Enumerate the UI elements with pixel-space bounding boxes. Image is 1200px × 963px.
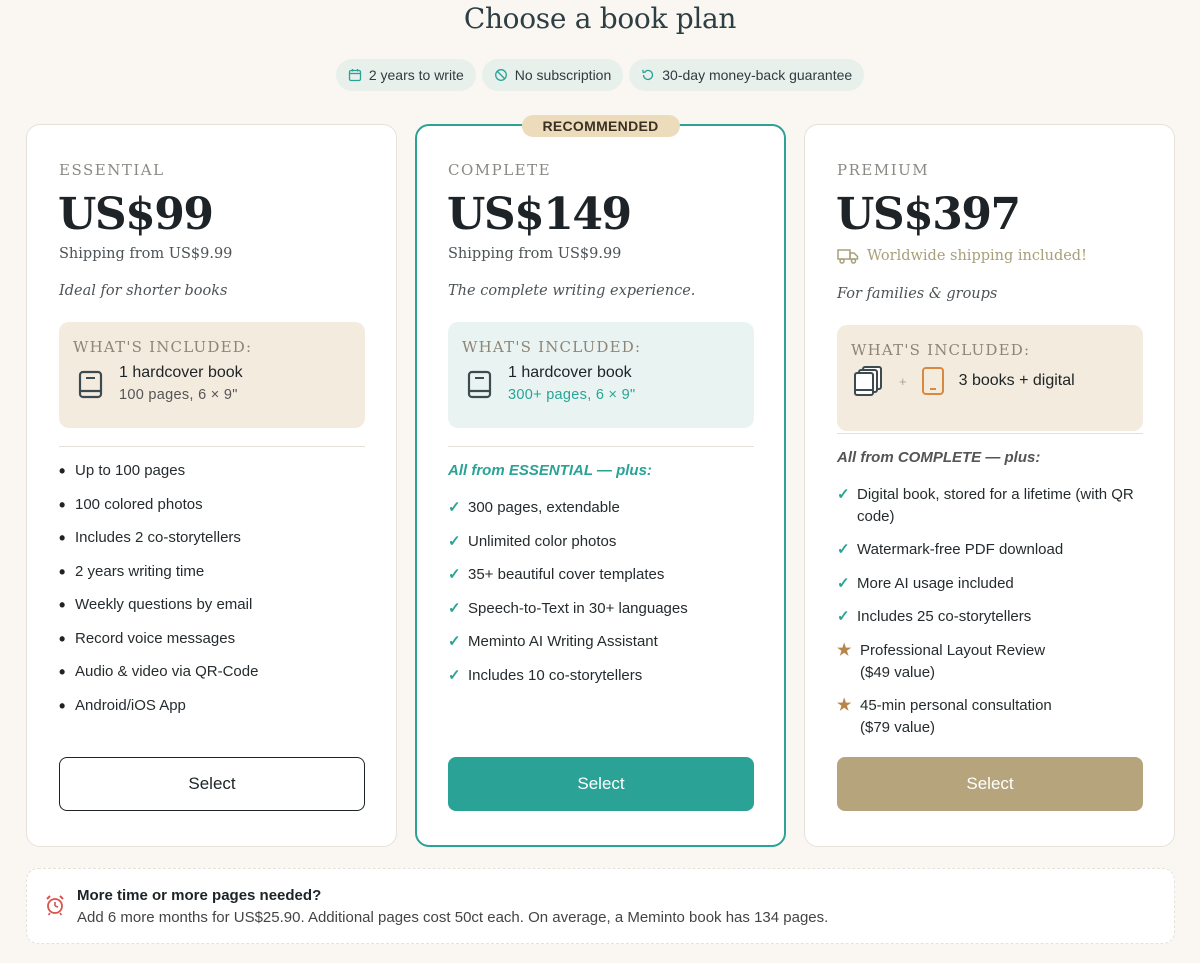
plus-heading: All from ESSENTIAL — plus: <box>448 462 652 479</box>
included-heading: WHAT'S INCLUDED: <box>462 338 642 356</box>
list-item: ✓ Includes 25 co-storytellers <box>837 606 1137 640</box>
list-item: • Audio & video via QR-Code <box>59 662 259 682</box>
included-box: WHAT'S INCLUDED: + 3 books + digital <box>837 325 1143 431</box>
check-icon: ✓ <box>448 532 461 550</box>
select-complete-button[interactable]: Select <box>448 757 754 811</box>
included-box: WHAT'S INCLUDED: 1 hardcover book 100 pa… <box>59 322 365 428</box>
truck-icon <box>837 249 859 264</box>
plan-card-complete: RECOMMENDED COMPLETE US$149 Shipping fro… <box>415 115 786 847</box>
plan-card-essential: ESSENTIAL US$99 Shipping from US$9.99 Id… <box>26 124 397 847</box>
plan-price: US$99 <box>58 189 214 240</box>
divider <box>837 433 1143 434</box>
plan-shipping: Shipping from US$9.99 <box>448 246 622 262</box>
list-item: ✓ Watermark-free PDF download <box>837 539 1137 573</box>
check-icon: ✓ <box>837 608 850 625</box>
list-item: • 2 years writing time <box>59 561 205 582</box>
badge-label: 30-day money-back guarantee <box>662 67 853 83</box>
info-body: Add 6 more months for US$25.90. Addition… <box>77 909 829 926</box>
plan-tier: PREMIUM <box>837 161 930 179</box>
check-icon: ✓ <box>837 541 850 558</box>
books-stack-icon <box>854 366 882 396</box>
list-item: ✓ More AI usage included <box>837 573 1137 607</box>
book-icon <box>467 370 492 399</box>
page-title: Choose a book plan <box>463 2 737 35</box>
plan-tagline: For families & groups <box>837 286 998 302</box>
select-essential-button[interactable]: Select <box>59 757 365 811</box>
info-title: More time or more pages needed? <box>77 887 322 904</box>
feature-list: • Up to 100 pages • 100 colored photos • In… <box>59 460 369 728</box>
plan-shipping: Shipping from US$9.99 <box>59 246 233 262</box>
plus-heading: All from COMPLETE — plus: <box>837 449 1041 466</box>
included-heading: WHAT'S INCLUDED: <box>851 341 1031 359</box>
list-item: ✓ 300 pages, extendable <box>448 497 758 531</box>
feature-badges: 2 years to write No subscription 30-day … <box>0 59 1200 91</box>
included-main: 1 hardcover book <box>119 364 243 381</box>
check-icon: ✓ <box>448 666 461 684</box>
list-item: ✓ Includes 10 co-storytellers <box>448 665 758 699</box>
badge-label: 2 years to write <box>368 67 464 83</box>
plan-tagline: The complete writing experience. <box>448 283 696 299</box>
calendar-icon <box>348 69 361 82</box>
list-item: ✓ Meminto AI Writing Assistant <box>448 631 758 665</box>
badge-years: 2 years to write <box>335 59 476 91</box>
refresh-icon <box>642 69 654 81</box>
plan-tier: COMPLETE <box>448 161 552 179</box>
select-premium-button[interactable]: Select <box>837 757 1143 811</box>
included-box: WHAT'S INCLUDED: 1 hardcover book 300+ p… <box>448 322 754 428</box>
badge-label: No subscription <box>514 67 612 83</box>
list-item: ★ 45-min personal consultation ($79 value… <box>837 696 1052 736</box>
list-item: • Weekly questions by email <box>59 595 253 615</box>
included-main: 1 hardcover book <box>508 364 632 381</box>
badge-guarantee: 30-day money-back guarantee <box>629 59 865 91</box>
list-item: • Android/iOS App <box>59 695 186 716</box>
tablet-icon <box>921 367 944 395</box>
extra-info-box: More time or more pages needed? Add 6 mo… <box>26 868 1175 944</box>
no-subscription-icon <box>494 69 507 81</box>
list-item: ✓ 35+ beautiful cover templates <box>448 564 758 598</box>
list-item: ✓ Digital book, stored for a lifetime (wi… <box>837 486 1134 525</box>
list-item: ✓ Unlimited color photos <box>448 531 758 565</box>
check-icon: ✓ <box>448 599 461 617</box>
check-icon: ✓ <box>448 633 461 650</box>
list-item: • Record voice messages <box>59 628 236 649</box>
alarm-clock-icon <box>46 895 64 916</box>
plan-tier: ESSENTIAL <box>59 161 165 179</box>
badge-subscription: No subscription <box>481 59 624 91</box>
plan-price: US$149 <box>447 189 632 240</box>
check-icon: ✓ <box>837 574 850 592</box>
list-item: ★ Professional Layout Review ($49 value) <box>837 641 1046 681</box>
plan-card-premium: PREMIUM US$397 Worldwide shipping includ… <box>804 124 1175 847</box>
included-sub: 100 pages, 6 × 9" <box>119 387 238 403</box>
included-sub: 300+ pages, 6 × 9" <box>508 387 636 403</box>
plan-tagline: Ideal for shorter books <box>59 283 228 299</box>
included-main: 3 books + digital <box>958 372 1075 389</box>
list-item: ✓ Speech-to-Text in 30+ languages <box>448 598 758 632</box>
list-item: • Up to 100 pages <box>59 461 186 481</box>
star-icon: ★ <box>837 696 852 714</box>
recommended-badge: RECOMMENDED <box>521 115 680 137</box>
feature-list: ✓ 300 pages, extendable ✓ Unlimited color … <box>448 497 758 698</box>
check-icon: ✓ <box>448 499 461 516</box>
included-heading: WHAT'S INCLUDED: <box>73 338 253 356</box>
list-item: • 100 colored photos <box>59 494 203 515</box>
feature-list: ✓ Digital book, stored for a lifetime (wi… <box>837 484 1137 750</box>
plan-price: US$397 <box>836 189 1021 240</box>
check-icon: ✓ <box>448 566 461 583</box>
divider <box>59 446 365 447</box>
plus-sign: + <box>899 373 907 389</box>
list-item: • Includes 2 co-storytellers <box>59 528 241 548</box>
star-icon: ★ <box>837 641 852 659</box>
book-icon <box>78 370 103 399</box>
check-icon: ✓ <box>837 486 850 503</box>
divider <box>448 446 754 447</box>
plan-shipping: Worldwide shipping included! <box>837 247 1087 265</box>
